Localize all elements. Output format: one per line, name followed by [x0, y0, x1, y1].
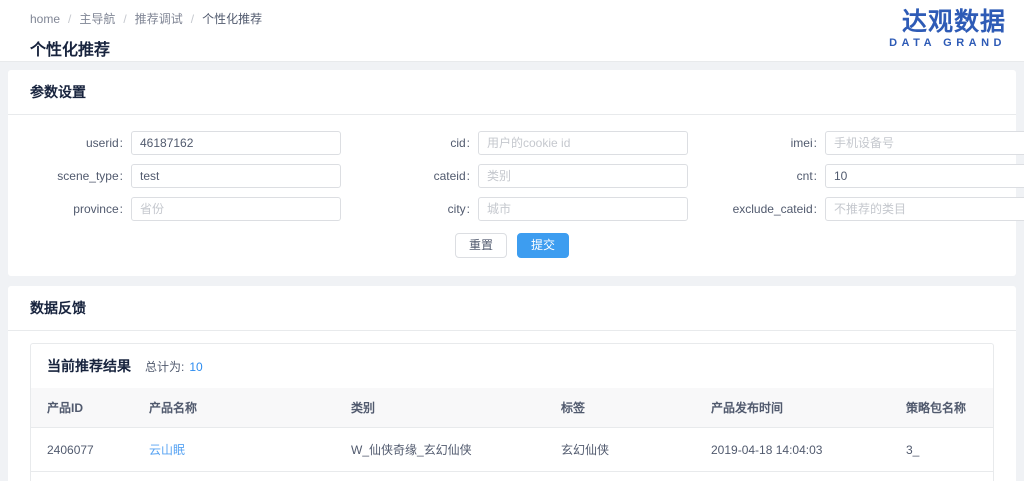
col-header-tag: 标签	[545, 388, 695, 428]
field-scene-type: scene_type	[18, 164, 341, 188]
cell-tag: 玄幻仙侠	[545, 428, 695, 472]
field-scene-type-input[interactable]	[131, 164, 341, 188]
breadcrumb-separator: /	[123, 12, 126, 26]
field-province-input[interactable]	[131, 197, 341, 221]
params-panel-title: 参数设置	[8, 70, 1016, 115]
result-total-label: 总计为:	[145, 358, 184, 375]
field-city-label: city	[365, 202, 478, 216]
logo-en-text: DATA GRAND	[889, 37, 1006, 49]
table-row: 2406077 云山眠 W_仙侠奇缘_玄幻仙侠 玄幻仙侠 2019-04-18 …	[31, 428, 993, 472]
page-title: 个性化推荐	[30, 36, 1008, 60]
field-exclude-cateid: exclude_cateid	[712, 197, 1024, 221]
cell-strategy: 3_	[890, 472, 993, 481]
cell-publish-time: 2019-04-18 14:04:03	[695, 428, 890, 472]
cell-strategy: 3_	[890, 428, 993, 472]
col-header-product-name: 产品名称	[133, 388, 335, 428]
field-cateid-label: cateid	[365, 169, 478, 183]
field-cid-label: cid	[365, 136, 478, 150]
submit-button[interactable]: 提交	[517, 233, 569, 258]
feedback-panel: 数据反馈 当前推荐结果 总计为: 10 产品ID 产品名称 类别 标签 产	[8, 286, 1016, 481]
field-userid-input[interactable]	[131, 131, 341, 155]
feedback-panel-body: 当前推荐结果 总计为: 10 产品ID 产品名称 类别 标签 产品发布时间 策略…	[8, 331, 1016, 481]
field-exclude-cateid-label: exclude_cateid	[712, 202, 825, 216]
params-panel: 参数设置 userid cid imei scene_type cateid c…	[8, 70, 1016, 276]
top-header: home / 主导航 / 推荐调试 / 个性化推荐 个性化推荐 达观数据 DATA GRAN…	[0, 0, 1024, 62]
field-province-label: province	[18, 202, 131, 216]
cell-category: W_玄幻_异世大陆	[335, 472, 545, 481]
results-table: 产品ID 产品名称 类别 标签 产品发布时间 策略包名称 2406077 云山眠…	[31, 388, 993, 481]
cell-product-id: 2406077	[31, 428, 133, 472]
table-row: 2402430 土匪娘子 W_玄幻_异世大陆 异世大陆 2019-03-22 1…	[31, 472, 993, 481]
result-total-value: 10	[189, 360, 202, 374]
form-buttons: 重置提交	[8, 227, 1016, 276]
result-box-title: 当前推荐结果	[47, 356, 131, 376]
field-imei-label: imei	[712, 136, 825, 150]
field-province: province	[18, 197, 341, 221]
cell-product-id: 2402430	[31, 472, 133, 481]
breadcrumb-separator: /	[68, 12, 71, 26]
field-scene-type-label: scene_type	[18, 169, 131, 183]
col-header-product-id: 产品ID	[31, 388, 133, 428]
field-city-input[interactable]	[478, 197, 688, 221]
feedback-panel-title: 数据反馈	[8, 286, 1016, 331]
field-city: city	[365, 197, 688, 221]
field-cateid: cateid	[365, 164, 688, 188]
params-form: userid cid imei scene_type cateid cnt pr…	[8, 115, 1016, 227]
result-box: 当前推荐结果 总计为: 10 产品ID 产品名称 类别 标签 产品发布时间 策略…	[30, 343, 994, 481]
field-imei-input[interactable]	[825, 131, 1024, 155]
breadcrumb-item-personalized: 个性化推荐	[202, 12, 262, 26]
field-userid: userid	[18, 131, 341, 155]
cell-category: W_仙侠奇缘_玄幻仙侠	[335, 428, 545, 472]
breadcrumb-item-recommend-debug[interactable]: 推荐调试	[135, 12, 183, 26]
cell-tag: 异世大陆	[545, 472, 695, 481]
field-cnt-label: cnt	[712, 169, 825, 183]
breadcrumb-item-home[interactable]: home	[30, 12, 60, 26]
cell-publish-time: 2019-03-22 17:07:56	[695, 472, 890, 481]
breadcrumb-item-main-nav[interactable]: 主导航	[79, 12, 115, 26]
field-cnt-input[interactable]	[825, 164, 1024, 188]
reset-button[interactable]: 重置	[455, 233, 507, 258]
field-cateid-input[interactable]	[478, 164, 688, 188]
breadcrumb: home / 主导航 / 推荐调试 / 个性化推荐	[30, 10, 1008, 27]
datagrand-logo: 达观数据 DATA GRAND	[889, 8, 1006, 49]
field-cnt: cnt	[712, 164, 1024, 188]
col-header-strategy: 策略包名称	[890, 388, 993, 428]
result-box-header: 当前推荐结果 总计为: 10	[31, 344, 993, 388]
table-header-row: 产品ID 产品名称 类别 标签 产品发布时间 策略包名称	[31, 388, 993, 428]
field-cid: cid	[365, 131, 688, 155]
field-userid-label: userid	[18, 136, 131, 150]
breadcrumb-separator: /	[191, 12, 194, 26]
logo-cn-text: 达观数据	[889, 8, 1006, 36]
col-header-category: 类别	[335, 388, 545, 428]
field-cid-input[interactable]	[478, 131, 688, 155]
field-exclude-cateid-input[interactable]	[825, 197, 1024, 221]
col-header-publish-time: 产品发布时间	[695, 388, 890, 428]
field-imei: imei	[712, 131, 1024, 155]
product-name-link[interactable]: 云山眠	[149, 443, 185, 457]
